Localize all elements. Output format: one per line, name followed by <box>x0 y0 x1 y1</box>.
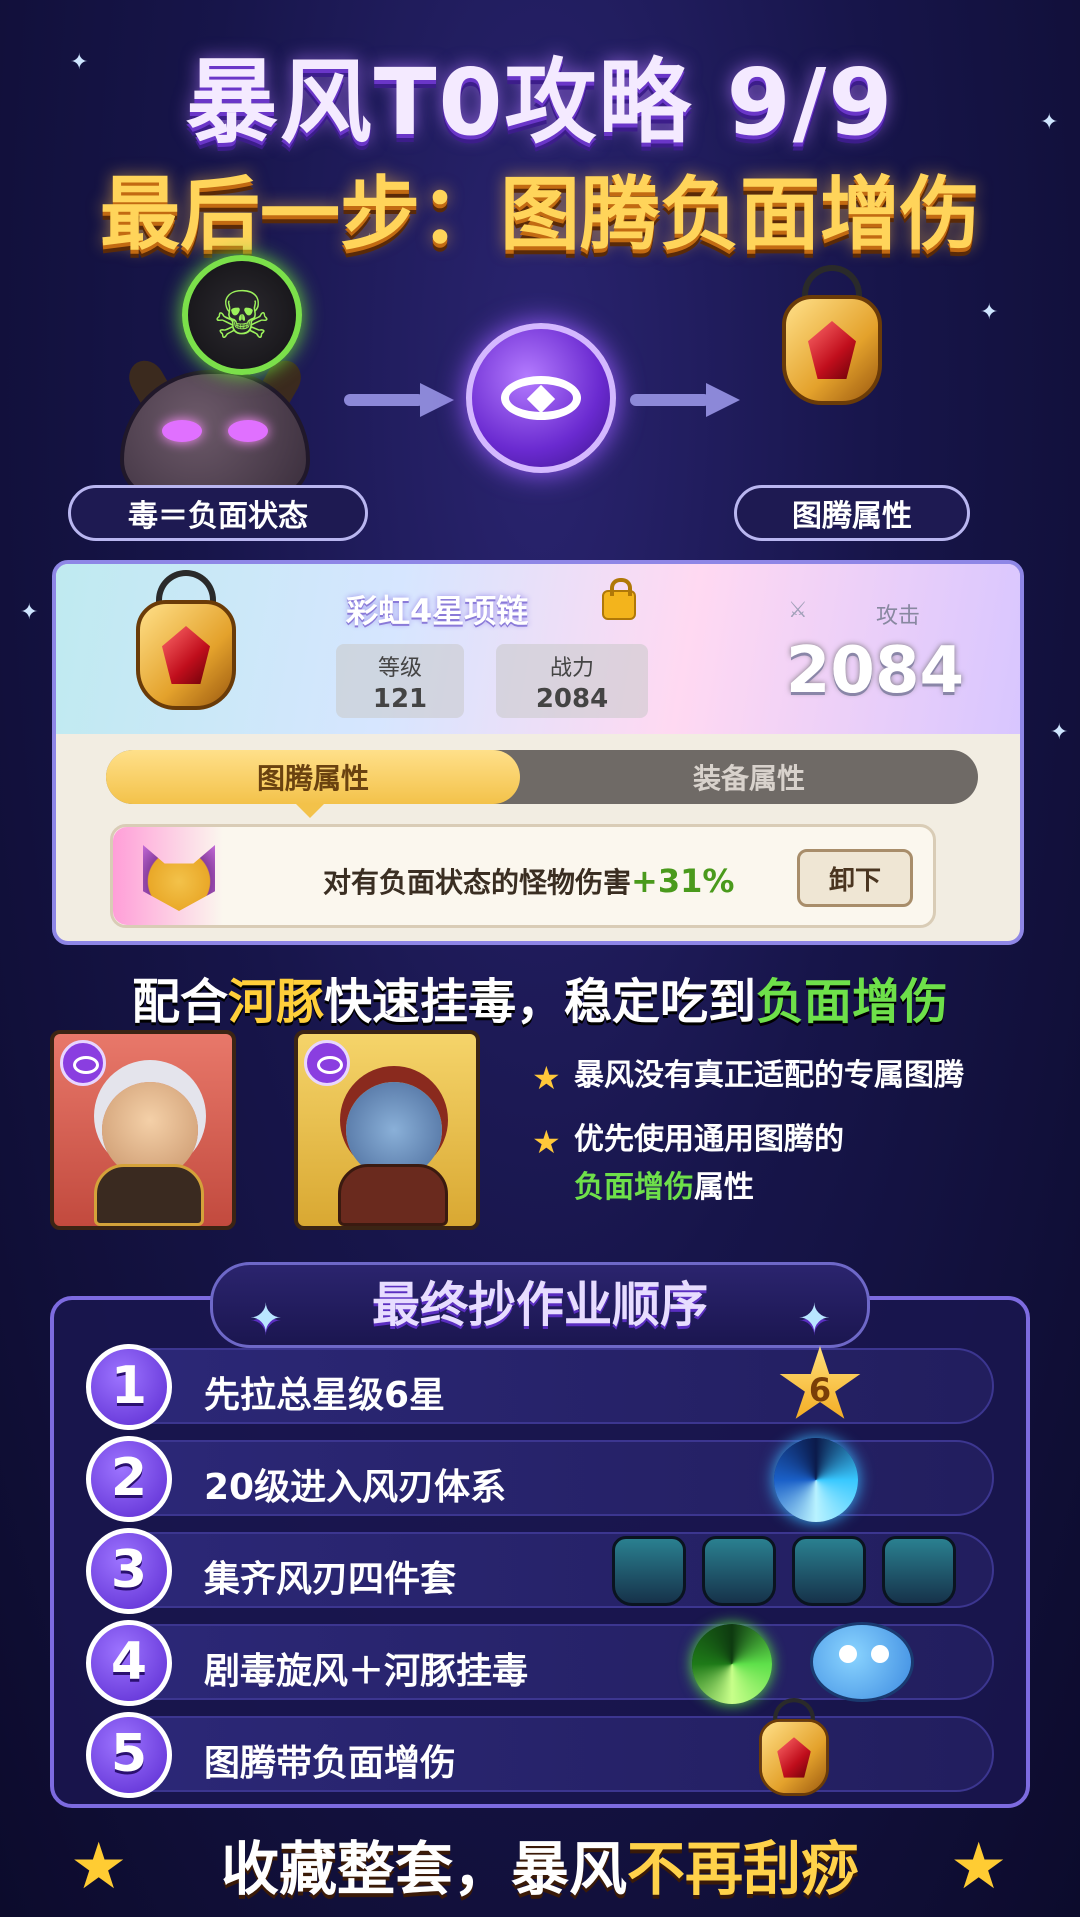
combo-pufferfish: 河豚 <box>227 974 324 1030</box>
note-text-tail: 属性 <box>694 1170 754 1205</box>
tab-equipment-attributes[interactable]: 装备属性 <box>520 750 978 804</box>
level-value: 121 <box>372 684 428 714</box>
note-text: 暴风没有真正适配的专属图腾 <box>574 1058 964 1093</box>
note-item: ★ 优先使用通用图腾的 负面增伤属性 <box>532 1116 1052 1212</box>
attribute-value: +31% <box>631 862 735 900</box>
attack-label: 攻击 <box>875 604 920 629</box>
totem-badge-icon <box>304 1040 350 1086</box>
amulet-icon <box>752 1698 829 1796</box>
totem-badge-icon <box>60 1040 106 1086</box>
step-item-5: 5 图腾带负面增伤 <box>86 1698 994 1798</box>
sparkle-icon: ✦ <box>249 1296 283 1342</box>
combo-text-2: 快速挂毒，稳定吃到 <box>324 974 757 1030</box>
step-number: 4 <box>86 1620 172 1706</box>
note-item: ★ 暴风没有真正适配的专属图腾 <box>532 1052 1052 1100</box>
sparkle-icon: ✦ <box>20 600 39 625</box>
combo-negative-boost: 负面增伤 <box>756 974 949 1030</box>
equipment-card-header: 彩虹4星项链 等级 121 战力 2084 ⚔ 攻击 2084 <box>56 564 1020 734</box>
step-text: 集齐风刃四件套 <box>204 1559 457 1600</box>
level-stat: 等级 121 <box>336 644 464 718</box>
hero-card-pufferfish[interactable] <box>294 1030 480 1230</box>
flow-diagram: ☠ 毒＝负面状态 图腾属性 <box>0 255 1080 545</box>
attack-value: 2084 <box>785 634 964 708</box>
step-item-1: 1 先拉总星级6星 6 <box>86 1344 994 1430</box>
gloves-icon <box>792 1536 866 1606</box>
tab-totem-attributes[interactable]: 图腾属性 <box>106 750 520 818</box>
star-icon: ★ <box>532 1123 561 1161</box>
attribute-tabs: 图腾属性 装备属性 <box>106 750 978 818</box>
skull-icon: ☠ <box>182 255 302 375</box>
lock-icon[interactable] <box>602 578 636 620</box>
attribute-text: 对有负面状态的怪物伤害 <box>323 866 632 899</box>
sparkle-icon: ✦ <box>797 1296 831 1342</box>
poison-whirlwind-icon <box>692 1624 772 1704</box>
poison-status-label: 毒＝负面状态 <box>68 485 368 541</box>
star-icon: ★ <box>532 1059 561 1097</box>
arrow-right-icon <box>630 383 740 417</box>
order-header: ✦ 最终抄作业顺序 ✦ <box>210 1262 870 1348</box>
poison-monster-icon <box>90 350 340 500</box>
footer-text-2: 不再刮痧 <box>627 1835 860 1903</box>
order-title: 最终抄作业顺序 <box>371 1277 708 1333</box>
page-subtitle: 最后一步：图腾负面增伤 <box>100 168 980 261</box>
step-text: 先拉总星级6星 <box>204 1375 446 1416</box>
pufferfish-icon <box>810 1622 914 1702</box>
note-text: 优先使用通用图腾的 <box>574 1122 844 1157</box>
step-text: 剧毒旋风＋河豚挂毒 <box>204 1651 529 1692</box>
power-value: 2084 <box>535 684 609 714</box>
totem-attribute-label: 图腾属性 <box>734 485 970 541</box>
note-highlight: 负面增伤 <box>574 1170 694 1205</box>
page-title: 暴风T0攻略 9/9 <box>185 49 895 156</box>
level-label: 等级 <box>377 656 422 681</box>
step-text: 图腾带负面增伤 <box>204 1743 457 1784</box>
step-text: 20级进入风刃体系 <box>204 1467 507 1508</box>
chest-armor-icon <box>702 1536 776 1606</box>
star-icon: ★ <box>950 1830 1008 1904</box>
arrow-right-icon <box>344 383 454 417</box>
step-number: 5 <box>86 1712 172 1798</box>
equipment-name: 彩虹4星项链 <box>346 592 529 630</box>
combo-text-1: 配合 <box>131 974 228 1030</box>
notes-list: ★ 暴风没有真正适配的专属图腾 ★ 优先使用通用图腾的 负面增伤属性 <box>532 1052 1052 1228</box>
sword-icon: ⚔ <box>788 598 808 623</box>
boots-icon <box>882 1536 956 1606</box>
step-item-3: 3 集齐风刃四件套 <box>86 1528 994 1614</box>
footer-text-1: 收藏整套，暴风 <box>220 1835 627 1903</box>
hero-card-storm[interactable] <box>50 1030 236 1230</box>
combo-subtitle: 配合河豚快速挂毒，稳定吃到负面增伤 <box>0 962 1080 1032</box>
power-label: 战力 <box>549 656 594 681</box>
helmet-icon <box>612 1536 686 1606</box>
step-item-4: 4 剧毒旋风＋河豚挂毒 <box>86 1620 994 1706</box>
step-number: 1 <box>86 1344 172 1430</box>
attribute-row: 对有负面状态的怪物伤害+31% 卸下 <box>110 824 936 928</box>
footer-slogan: 收藏整套，暴风不再刮痧 <box>0 1822 1080 1906</box>
sparkle-icon: ✦ <box>1050 720 1069 745</box>
amulet-icon <box>126 570 266 730</box>
attribute-description: 对有负面状态的怪物伤害+31% <box>323 861 734 901</box>
step-item-2: 2 20级进入风刃体系 <box>86 1436 994 1522</box>
unequip-button[interactable]: 卸下 <box>797 849 913 907</box>
power-stat: 战力 2084 <box>496 644 648 718</box>
step-number: 2 <box>86 1436 172 1522</box>
step-number: 3 <box>86 1528 172 1614</box>
equipment-card: 彩虹4星项链 等级 121 战力 2084 ⚔ 攻击 2084 图腾属性 装备属… <box>52 560 1024 945</box>
wind-blade-icon <box>774 1438 858 1522</box>
star-rank-icon: 6 <box>779 1346 861 1419</box>
amulet-icon <box>772 265 912 435</box>
totem-eye-icon <box>466 323 616 473</box>
